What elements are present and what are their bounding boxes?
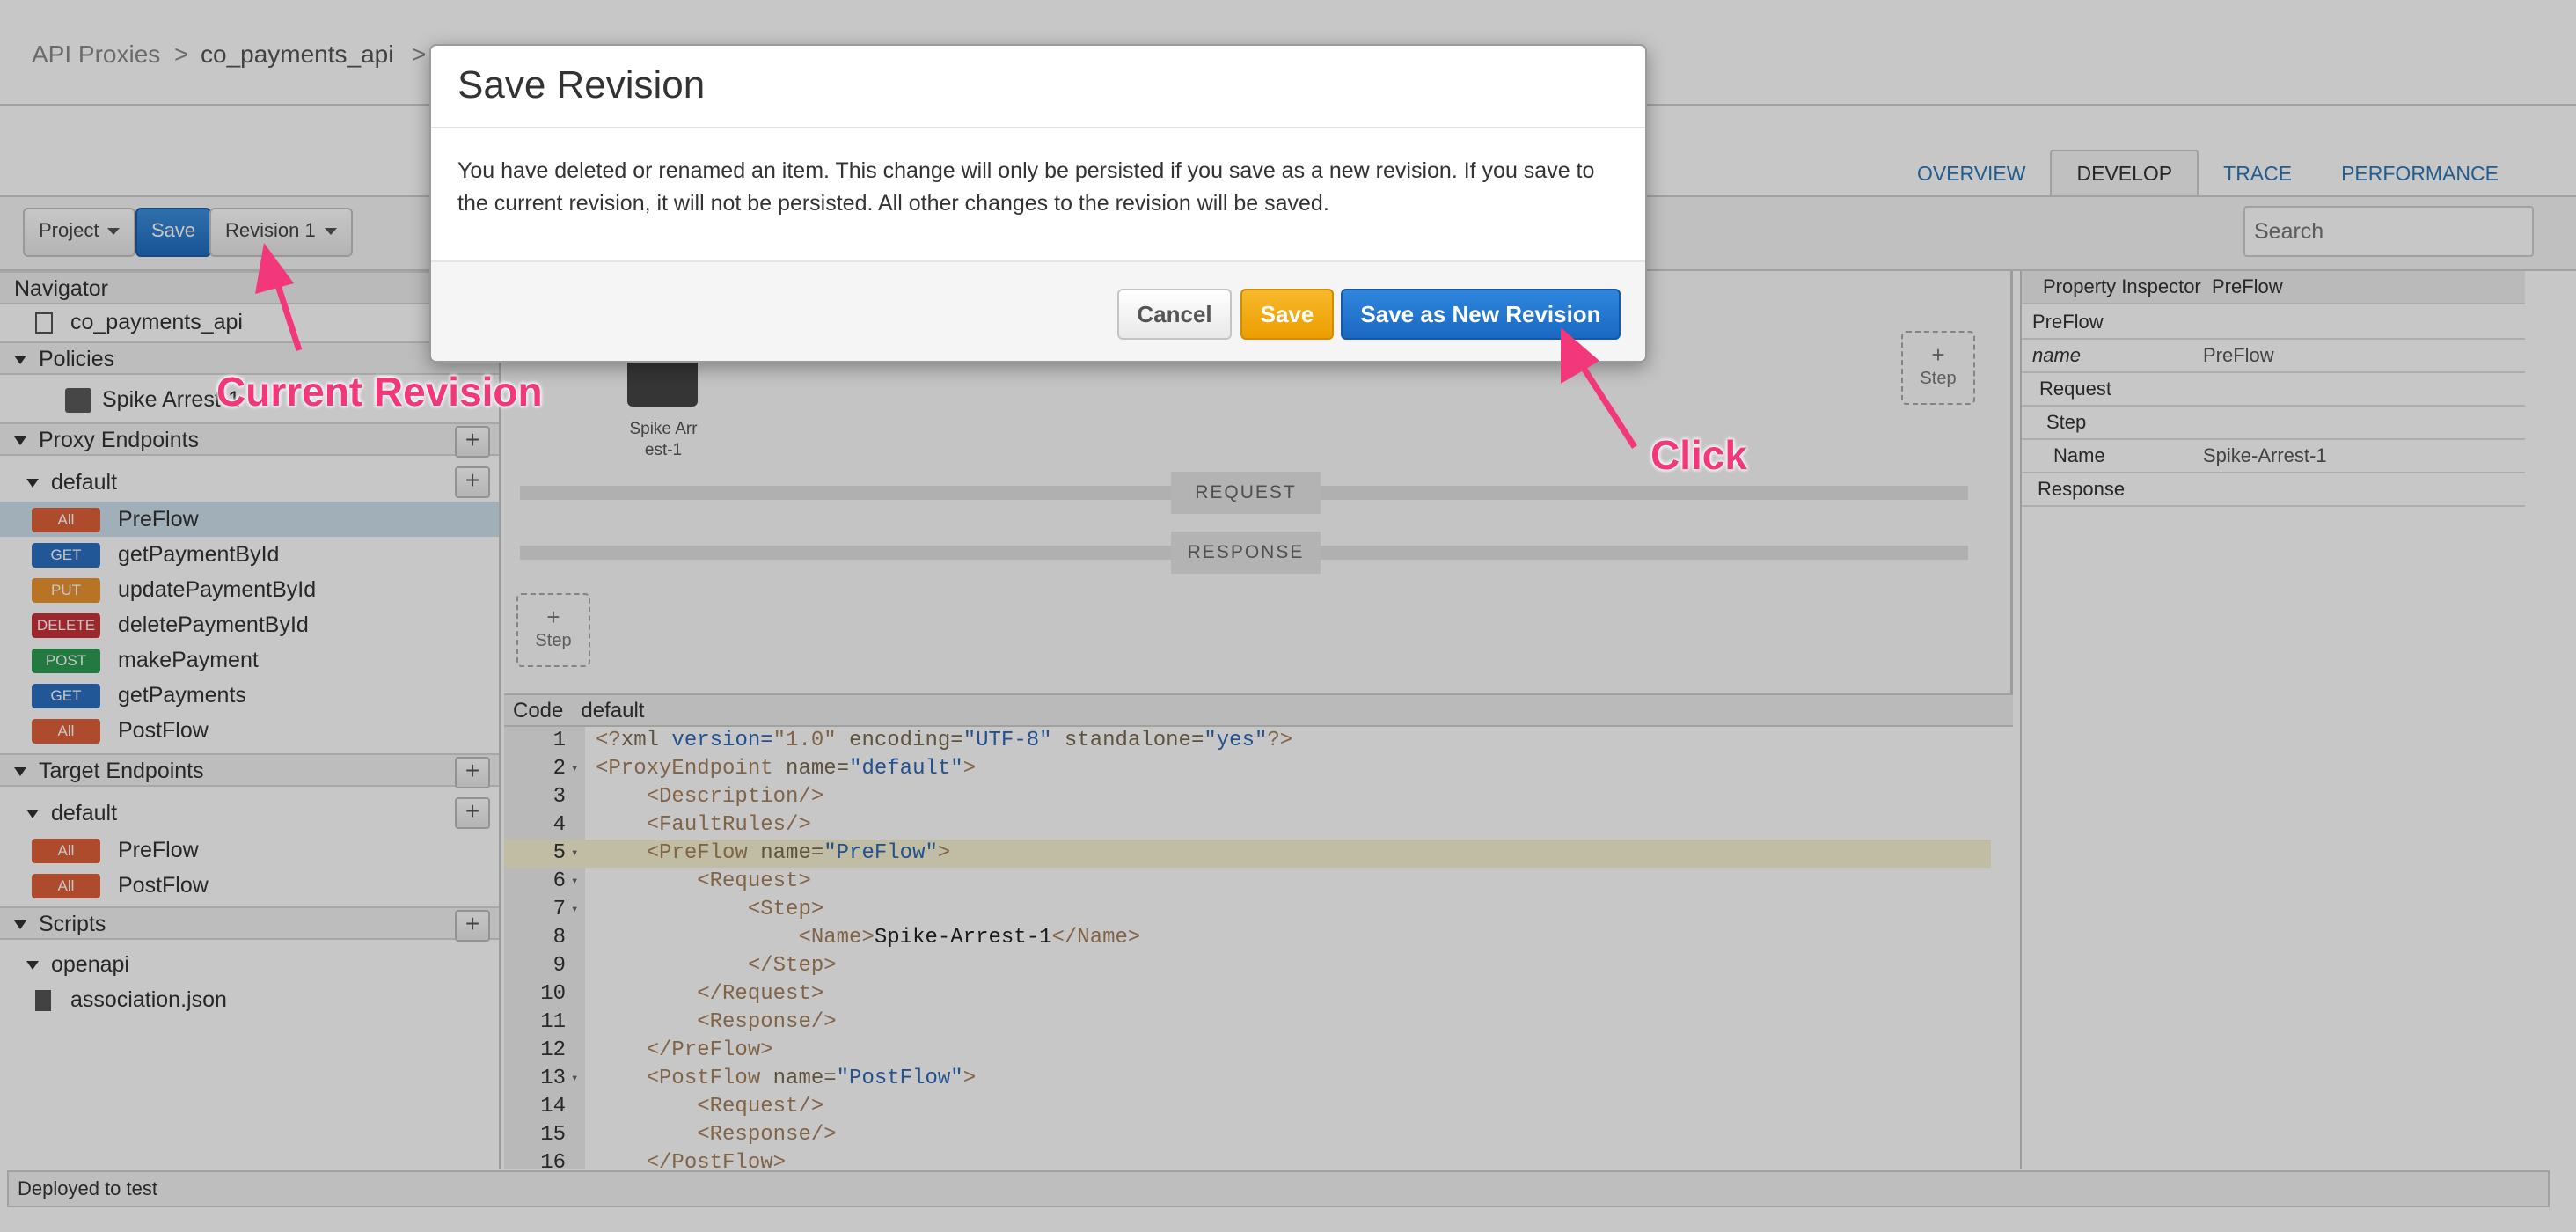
current-revision-annotation: Current Revision: [216, 369, 543, 414]
dialog-message: You have deleted or renamed an item. Thi…: [457, 158, 1595, 216]
save-as-new-revision-button[interactable]: Save as New Revision: [1341, 289, 1621, 340]
divider: [431, 127, 1645, 128]
click-annotation: Click: [1650, 432, 1747, 478]
dialog-title: Save Revision: [457, 63, 706, 106]
save-revision-dialog: Save Revision You have deleted or rename…: [429, 44, 1647, 363]
save-current-revision-button[interactable]: Save: [1240, 289, 1334, 340]
cancel-button[interactable]: Cancel: [1117, 289, 1232, 340]
